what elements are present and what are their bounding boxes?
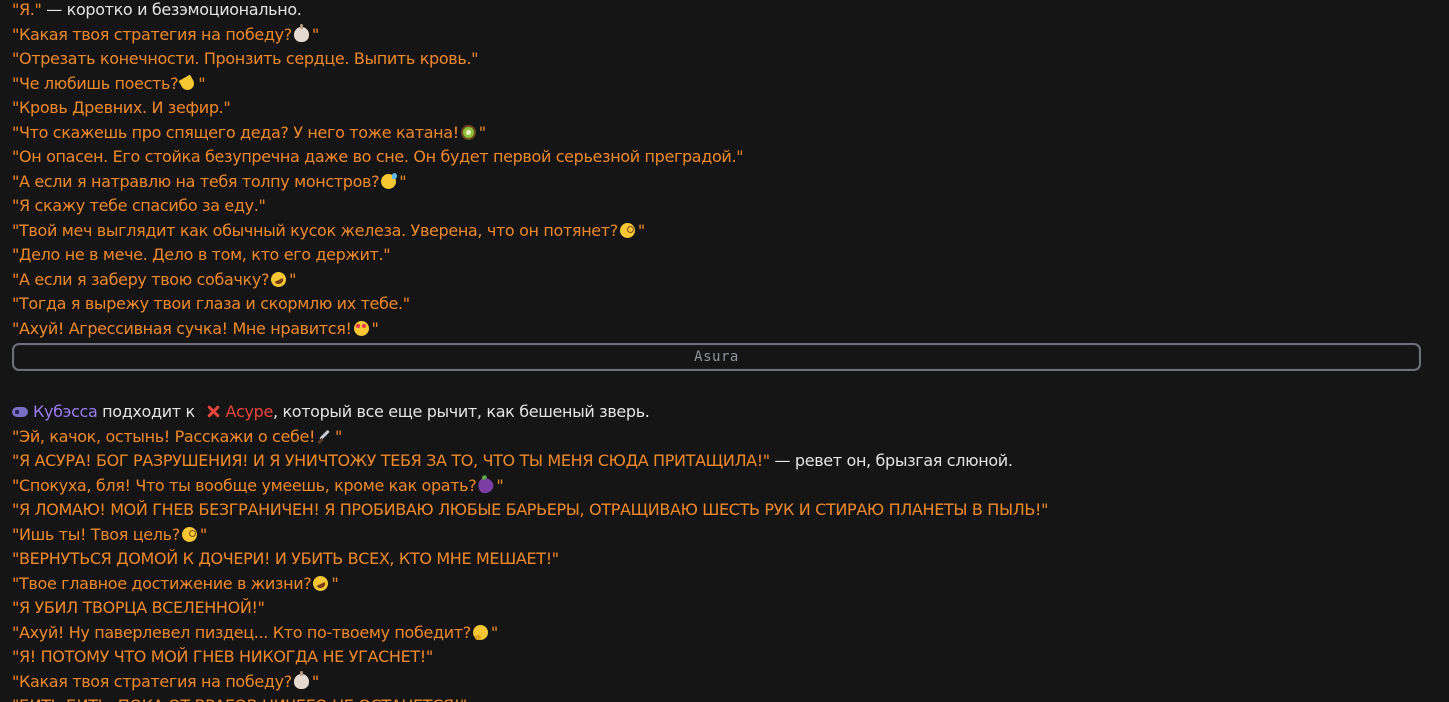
quote-text: "Какая твоя стратегия на победу? bbox=[12, 24, 292, 44]
dialogue-line: "БИТЬ БИТЬ, ПОКА ОТ ВРАГОВ НИЧЕГО НЕ ОСТ… bbox=[12, 694, 1437, 702]
quote-end: " bbox=[478, 122, 486, 142]
dialogue-line: "Тогда я вырежу твои глаза и скормлю их … bbox=[12, 292, 1437, 317]
quote-text: "Я! ПОТОМУ ЧТО МОЙ ГНЕВ НИКОГДА НЕ УГАСН… bbox=[12, 647, 433, 666]
rofl-icon bbox=[268, 269, 289, 289]
kiwi-icon bbox=[460, 124, 476, 140]
quote-end: " bbox=[311, 671, 319, 691]
quote-text: "Кровь Древних. И зефир." bbox=[12, 98, 231, 117]
monocle-face-icon bbox=[619, 222, 635, 238]
dialogue-line: "Ишь ты! Твоя цель? " bbox=[12, 523, 1437, 548]
dialogue-line: "Дело не в мече. Дело в том, кто его дер… bbox=[12, 243, 1437, 268]
knife-icon bbox=[317, 429, 332, 444]
heart-eyes-icon bbox=[353, 320, 369, 336]
quote-end: " bbox=[199, 524, 207, 544]
dialogue-line: "Он опасен. Его стойка безупречна даже в… bbox=[12, 145, 1437, 170]
quote-end: " bbox=[198, 73, 206, 93]
eggplant-icon bbox=[475, 474, 497, 496]
quote-text: "Отрезать конечности. Пронзить сердце. В… bbox=[12, 49, 479, 68]
intro-text-rest: , который все еще рычит, как бешеный зве… bbox=[272, 402, 650, 421]
quote-text: "Что скажешь про спящего деда? У него то… bbox=[12, 122, 459, 142]
quote-text: "Он опасен. Его стойка безупречна даже в… bbox=[12, 147, 744, 166]
dialogue-line: "Ахуй! Ну паверлевел пиздец... Кто по-тв… bbox=[12, 621, 1437, 646]
gamepad-icon bbox=[12, 407, 28, 417]
quote-text: "А если я натравлю на тебя толпу монстро… bbox=[12, 171, 380, 191]
dialogue-line: "Я ЛОМАЮ! МОЙ ГНЕВ БЕЗГРАНИЧЕН! Я ПРОБИВ… bbox=[12, 498, 1437, 523]
quote-text: "Твое главное достижение в жизни? bbox=[12, 573, 312, 593]
quote-text: "Я." bbox=[12, 0, 42, 19]
quote-text: "А если я заберу твою собачку? bbox=[12, 269, 270, 289]
dialogue-line: "ВЕРНУТЬСЯ ДОМОЙ К ДОЧЕРИ! И УБИТЬ ВСЕХ,… bbox=[12, 547, 1437, 572]
quote-text: "Ахуй! Ну паверлевел пиздец... Кто по-тв… bbox=[12, 622, 471, 642]
dialogue-line: "Какая твоя стратегия на победу? " bbox=[12, 23, 1437, 48]
dialogue-line: "Кровь Древних. И зефир." bbox=[12, 96, 1437, 121]
chat-log-page: "Я." — коротко и безэмоционально. "Какая … bbox=[0, 0, 1449, 702]
dialogue-line: "А если я натравлю на тебя толпу монстро… bbox=[12, 170, 1437, 195]
garlic-icon bbox=[293, 23, 309, 42]
quote-text: "ВЕРНУТЬСЯ ДОМОЙ К ДОЧЕРИ! И УБИТЬ ВСЕХ,… bbox=[12, 549, 559, 568]
banana-icon bbox=[180, 76, 195, 91]
character-divider-asura[interactable]: Asura bbox=[12, 343, 1421, 371]
anger-symbol-icon bbox=[206, 404, 221, 419]
dialogue-line: "Ахуй! Агрессивная сучка! Мне нравится! " bbox=[12, 317, 1437, 342]
narration-text: — коротко и безэмоционально. bbox=[41, 0, 302, 19]
dialogue-line: "Твое главное достижение в жизни? " bbox=[12, 572, 1437, 597]
quote-text: "Ахуй! Агрессивная сучка! Мне нравится! bbox=[12, 318, 352, 338]
quote-text: "Я ЛОМАЮ! МОЙ ГНЕВ БЕЗГРАНИЧЕН! Я ПРОБИВ… bbox=[12, 500, 1049, 519]
dialogue-line: "Я УБИЛ ТВОРЦА ВСЕЛЕННОЙ!" bbox=[12, 596, 1437, 621]
quote-end: " bbox=[289, 269, 297, 289]
divider-label: Asura bbox=[694, 349, 739, 365]
quote-end: " bbox=[311, 24, 319, 44]
dialogue-line: "Я скажу тебе спасибо за еду." bbox=[12, 194, 1437, 219]
dialogue-line: "Я АСУРА! БОГ РАЗРУШЕНИЯ! И Я УНИЧТОЖУ Т… bbox=[12, 449, 1437, 474]
quote-end: " bbox=[399, 171, 407, 191]
quote-end: " bbox=[331, 573, 339, 593]
dialogue-line: "Че любишь поесть? " bbox=[12, 72, 1437, 97]
quote-text: "Че любишь поесть? bbox=[12, 73, 179, 93]
quote-text: "Я АСУРА! БОГ РАЗРУШЕНИЯ! И Я УНИЧТОЖУ Т… bbox=[12, 451, 770, 470]
dialogue-line: "Что скажешь про спящего деда? У него то… bbox=[12, 121, 1437, 146]
quote-end: " bbox=[371, 318, 379, 338]
character-name-kubessa: Кубэсса bbox=[33, 402, 98, 421]
dialogue-block-kubessa: "Я." — коротко и безэмоционально. "Какая … bbox=[12, 0, 1437, 341]
quote-text: "Эй, качок, остынь! Расскажи о себе! bbox=[12, 426, 316, 446]
quote-text: "Спокуха, бля! Что ты вообще умеешь, кро… bbox=[12, 475, 477, 495]
quote-text: "Тогда я вырежу твои глаза и скормлю их … bbox=[12, 294, 410, 313]
dialogue-line: "Какая твоя стратегия на победу? " bbox=[12, 670, 1437, 695]
rofl-icon bbox=[310, 573, 331, 593]
quote-text: "Какая твоя стратегия на победу? bbox=[12, 671, 292, 691]
quote-text: "Я УБИЛ ТВОРЦА ВСЕЛЕННОЙ!" bbox=[12, 598, 265, 617]
intro-text-mid: подходит к bbox=[97, 402, 200, 421]
quote-text: "БИТЬ БИТЬ, ПОКА ОТ ВРАГОВ НИЧЕГО НЕ ОСТ… bbox=[12, 696, 467, 702]
dialogue-block-asura: Кубэсса подходит к Асуре, который все ещ… bbox=[12, 400, 1437, 702]
dialogue-line: "Я." — коротко и безэмоционально. bbox=[12, 0, 1437, 23]
thinking-face-icon bbox=[472, 624, 488, 640]
quote-text: "Ишь ты! Твоя цель? bbox=[12, 524, 180, 544]
garlic-icon bbox=[293, 670, 309, 689]
narration-text: — ревет он, брызгая слюной. bbox=[769, 451, 1013, 470]
dialogue-line: "Твой меч выглядит как обычный кусок жел… bbox=[12, 219, 1437, 244]
intro-line: Кубэсса подходит к Асуре, который все ещ… bbox=[12, 400, 1437, 425]
character-name-asura: Асуре bbox=[225, 402, 274, 421]
dialogue-line: "Эй, качок, остынь! Расскажи о себе! " bbox=[12, 425, 1437, 450]
quote-end: " bbox=[496, 475, 504, 495]
monocle-face-icon bbox=[181, 526, 197, 542]
dialogue-line: "Отрезать конечности. Пронзить сердце. В… bbox=[12, 47, 1437, 72]
quote-end: " bbox=[490, 622, 498, 642]
dialogue-line: "Спокуха, бля! Что ты вообще умеешь, кро… bbox=[12, 474, 1437, 499]
dialogue-line: "А если я заберу твою собачку? " bbox=[12, 268, 1437, 293]
quote-text: "Дело не в мече. Дело в том, кто его дер… bbox=[12, 245, 391, 264]
dialogue-line: "Я! ПОТОМУ ЧТО МОЙ ГНЕВ НИКОГДА НЕ УГАСН… bbox=[12, 645, 1437, 670]
quote-end: " bbox=[335, 426, 343, 446]
quote-text: "Твой меч выглядит как обычный кусок жел… bbox=[12, 220, 618, 240]
sweat-smile-icon bbox=[381, 172, 398, 189]
quote-end: " bbox=[637, 220, 645, 240]
quote-text: "Я скажу тебе спасибо за еду." bbox=[12, 196, 266, 215]
